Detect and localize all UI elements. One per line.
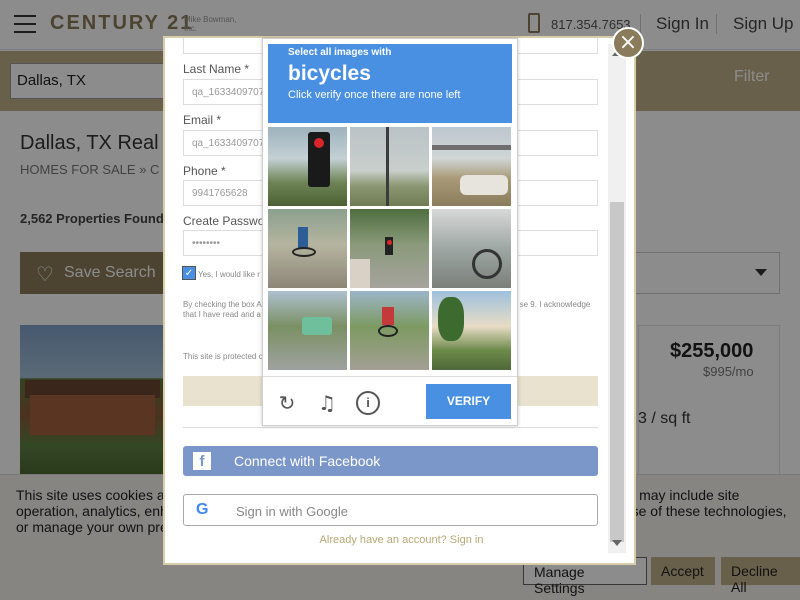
bus bbox=[302, 317, 332, 335]
captcha-tile[interactable] bbox=[350, 209, 429, 288]
info-icon[interactable]: i bbox=[356, 391, 380, 415]
captcha-instruction: Select all images with bbox=[288, 47, 392, 58]
car bbox=[460, 175, 508, 195]
scroll-down-icon[interactable] bbox=[612, 540, 622, 546]
email-label: Email * bbox=[183, 113, 222, 127]
captcha-target: bicycles bbox=[288, 62, 371, 85]
modal-scrollbar[interactable] bbox=[608, 44, 626, 553]
cyclist bbox=[382, 307, 394, 325]
google-sign-in-button[interactable]: G Sign in with Google bbox=[183, 494, 598, 526]
red-light bbox=[314, 138, 324, 148]
captcha-tile[interactable] bbox=[432, 291, 511, 370]
bicycle-wheel bbox=[472, 249, 502, 279]
captcha-tile[interactable] bbox=[268, 209, 347, 288]
captcha-grid bbox=[268, 127, 512, 371]
google-icon: G bbox=[196, 501, 209, 518]
verify-button[interactable]: VERIFY bbox=[426, 384, 511, 419]
google-label: Sign in with Google bbox=[236, 504, 349, 519]
facebook-label: Connect with Facebook bbox=[234, 453, 381, 469]
red-light bbox=[387, 240, 392, 245]
captcha-header: Select all images with bicycles Click ve… bbox=[268, 44, 512, 123]
sign-in-link[interactable]: Already have an account? Sign in bbox=[165, 534, 634, 546]
captcha-divider bbox=[263, 376, 517, 377]
captcha-tile[interactable] bbox=[432, 127, 511, 206]
captcha-tile[interactable] bbox=[268, 127, 347, 206]
captcha-tile[interactable] bbox=[268, 291, 347, 370]
divider bbox=[183, 427, 598, 428]
close-icon[interactable]: × bbox=[612, 27, 644, 59]
bicycle bbox=[292, 247, 316, 257]
bicycle bbox=[378, 325, 398, 337]
bridge bbox=[432, 145, 511, 150]
reload-icon[interactable]: ↻ bbox=[275, 391, 299, 415]
captcha-tile[interactable] bbox=[432, 209, 511, 288]
facebook-connect-button[interactable]: f Connect with Facebook bbox=[183, 446, 598, 476]
captcha-tile[interactable] bbox=[350, 291, 429, 370]
pole bbox=[386, 127, 389, 206]
vehicle bbox=[350, 259, 370, 288]
consent-checkbox[interactable]: ✓ bbox=[182, 266, 196, 280]
last-name-label: Last Name * bbox=[183, 62, 250, 76]
palm-tree bbox=[438, 297, 464, 341]
captcha-hint: Click verify once there are none left bbox=[288, 89, 461, 101]
captcha-tile[interactable] bbox=[350, 127, 429, 206]
captcha-challenge: Select all images with bicycles Click ve… bbox=[262, 38, 518, 426]
facebook-icon: f bbox=[193, 452, 211, 470]
cyclist bbox=[298, 227, 308, 249]
audio-icon[interactable]: ♫ bbox=[315, 391, 339, 415]
scroll-thumb[interactable] bbox=[610, 202, 624, 542]
phone-label: Phone * bbox=[183, 164, 226, 178]
